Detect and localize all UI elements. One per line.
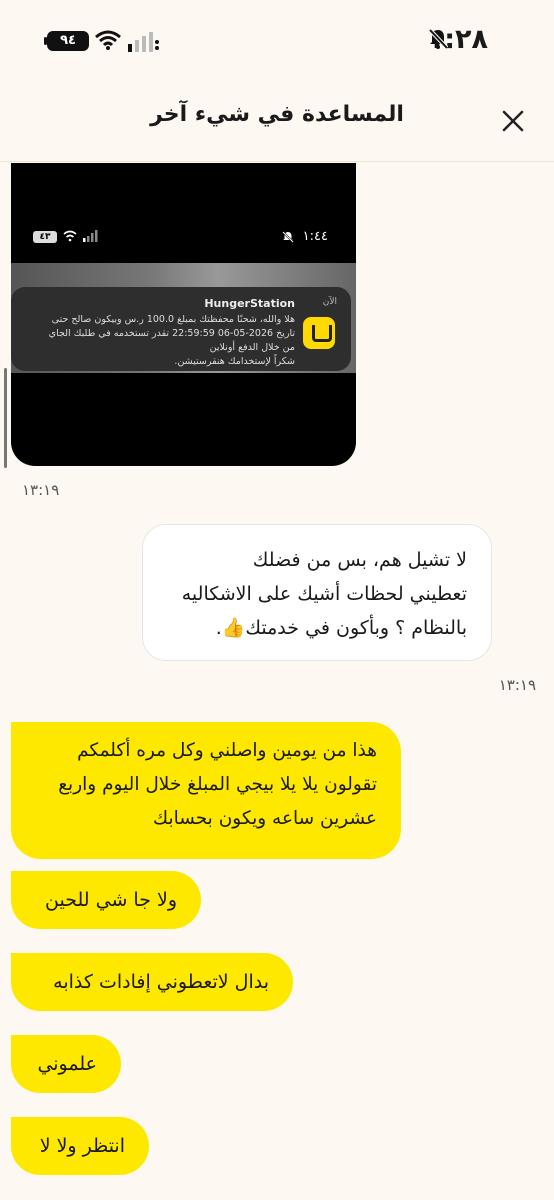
message-timestamp: ١٣:١٩ — [22, 481, 60, 499]
battery-icon: ٩٤ — [47, 31, 89, 51]
message-text: بدال لاتعطوني إفادات كذابه — [53, 971, 269, 993]
close-icon[interactable] — [498, 106, 528, 136]
message-text: علموني — [37, 1053, 97, 1075]
screenshot-time: ١:٤٤ — [302, 229, 328, 244]
message-timestamp: ١٣:١٩ — [498, 676, 536, 694]
user-message: بدال لاتعطوني إفادات كذابه — [11, 953, 293, 1011]
screenshot-battery: ٤٣ — [33, 231, 57, 243]
message-text: انتظر ولا لا — [39, 1135, 125, 1157]
notification-line: تاريخ 2026-05-06 22:59:59 تقدر تستخدمه ف… — [48, 328, 295, 339]
bell-muted-icon — [428, 28, 448, 50]
user-message: ولا جا شي للحين — [11, 871, 201, 929]
page-title: المساعدة في شيء آخر — [150, 102, 404, 127]
image-message[interactable]: ١:٤٤ ٤٣ HungerStation الآن هلا والله، شح… — [11, 163, 356, 466]
bell-muted-icon — [282, 231, 294, 243]
notification-time: الآن — [322, 297, 337, 307]
hungerstation-logo-icon — [303, 317, 335, 349]
user-message: انتظر ولا لا — [11, 1117, 149, 1175]
wifi-icon — [63, 230, 77, 242]
status-bar: ١:٢٨ ٩٤ — [0, 0, 554, 80]
chat-header: المساعدة في شيء آخر — [0, 80, 554, 162]
signal-icon — [128, 32, 159, 52]
agent-message: لا تشيل هم، بس من فضلك تعطيني لحظات أشيك… — [142, 524, 492, 661]
notification-app-name: HungerStation — [204, 297, 295, 310]
wifi-icon — [95, 30, 121, 50]
message-line: هذا من يومين واصلني وكل مره أكلمكم — [77, 740, 377, 761]
notification-line: من خلال الدفع أونلاين — [209, 342, 295, 353]
message-text: ولا جا شي للحين — [45, 889, 177, 911]
chat-thread[interactable]: ١:٤٤ ٤٣ HungerStation الآن هلا والله، شح… — [0, 163, 554, 1200]
user-message: علموني — [11, 1035, 121, 1093]
message-line: بالنظام ؟ وبأكون في خدمتك👍. — [215, 617, 467, 639]
signal-icon — [83, 230, 98, 242]
scrollbar[interactable] — [4, 368, 7, 468]
message-line: تعطيني لحظات أشيك على الاشكاليه — [181, 583, 467, 605]
message-line: عشرين ساعه ويكون بحسابك — [152, 808, 377, 829]
notification-card: HungerStation الآن هلا والله، شحنًا محفظ… — [11, 287, 351, 371]
message-line: لا تشيل هم، بس من فضلك — [252, 549, 467, 571]
message-line: تقولون يلا يلا بيجي المبلغ خلال اليوم وا… — [58, 774, 377, 795]
notification-line: شكراً لإستخدامك هنقرستيشن. — [174, 356, 295, 367]
screenshot-status-bar: ١:٤٤ ٤٣ — [11, 227, 356, 251]
user-message: هذا من يومين واصلني وكل مره أكلمكم تقولو… — [11, 722, 401, 859]
notification-line: هلا والله، شحنًا محفظتك بمبلغ 100.0 ر.س … — [51, 314, 295, 325]
